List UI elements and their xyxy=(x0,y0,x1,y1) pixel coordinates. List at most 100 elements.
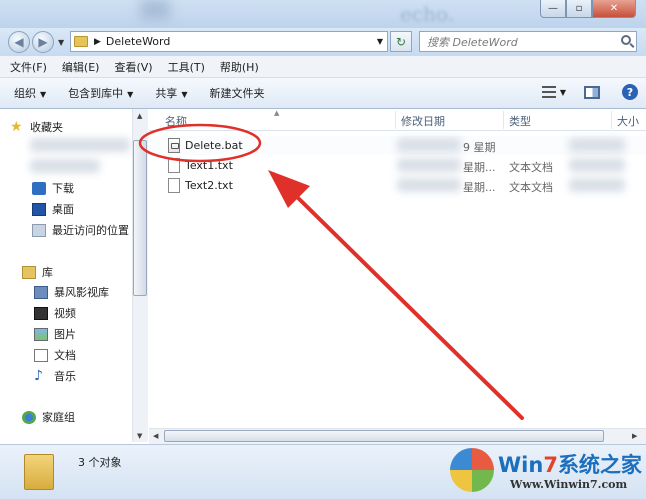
file-date: 星期... xyxy=(463,161,496,174)
blurred-size xyxy=(569,178,625,192)
nav-scroll-thumb[interactable] xyxy=(133,140,147,296)
nav-desktop[interactable]: 桌面 xyxy=(32,200,74,218)
forward-arrow-icon: ▶ xyxy=(38,35,48,49)
nav-videos-label: 视频 xyxy=(54,307,76,320)
nav-homegroup[interactable]: 家庭组 xyxy=(22,408,75,426)
address-row: ◀ ▶ ▼ ▶ DeleteWord ▼ ↻ 搜索 DeleteWord xyxy=(0,28,646,56)
recent-places-icon xyxy=(32,223,46,237)
back-arrow-icon: ◀ xyxy=(14,35,24,49)
folder-icon xyxy=(74,36,88,47)
menu-view[interactable]: 查看(V) xyxy=(114,59,152,75)
watermark-brand: Win7系统之家 xyxy=(498,449,642,479)
picture-icon xyxy=(34,327,48,341)
nav-favorites[interactable]: ★ 收藏夹 xyxy=(10,118,63,136)
video-library-icon xyxy=(34,285,48,299)
desktop-icon xyxy=(32,202,46,216)
history-dropdown-icon[interactable]: ▼ xyxy=(58,38,64,47)
column-separator xyxy=(503,111,504,129)
views-dropdown-icon[interactable]: ▼ xyxy=(560,88,566,97)
views-icon[interactable] xyxy=(541,86,556,98)
help-icon[interactable]: ? xyxy=(622,84,638,100)
nav-pictures-label: 图片 xyxy=(54,328,76,341)
horizontal-scroll-thumb[interactable] xyxy=(164,430,604,442)
star-icon: ★ xyxy=(10,118,23,135)
nav-libraries[interactable]: 库 xyxy=(22,263,53,281)
breadcrumb-arrow-icon[interactable]: ▶ xyxy=(94,37,101,47)
menu-tools[interactable]: 工具(T) xyxy=(168,59,205,75)
menu-file[interactable]: 文件(F) xyxy=(10,59,47,75)
back-button[interactable]: ◀ xyxy=(8,31,30,53)
share-label: 共享 xyxy=(155,87,178,100)
scroll-down-icon[interactable]: ▼ xyxy=(137,432,142,440)
sort-indicator-icon: ▲ xyxy=(274,109,280,117)
scroll-left-icon[interactable]: ◀ xyxy=(153,432,158,440)
download-folder-icon xyxy=(32,181,46,195)
forward-button[interactable]: ▶ xyxy=(32,31,54,53)
file-row[interactable]: Delete.bat 9 星期 xyxy=(149,136,646,155)
new-folder-button[interactable]: 新建文件夹 xyxy=(209,85,264,101)
include-library-button[interactable]: 包含到库中 ▼ xyxy=(68,85,133,101)
column-size[interactable]: 大小 xyxy=(617,113,639,129)
nav-downloads-label: 下载 xyxy=(52,182,74,195)
scroll-right-icon[interactable]: ▶ xyxy=(632,432,637,440)
refresh-button[interactable]: ↻ xyxy=(390,31,412,52)
nav-storm-video[interactable]: 暴风影视库 xyxy=(34,283,109,301)
toolbar-right: ▼ ? xyxy=(541,84,638,100)
menu-edit[interactable]: 编辑(E) xyxy=(62,59,100,75)
organize-label: 组织 xyxy=(14,87,36,100)
homegroup-icon xyxy=(22,410,36,424)
search-input[interactable]: 搜索 DeleteWord xyxy=(427,34,518,50)
menu-help[interactable]: 帮助(H) xyxy=(220,59,259,75)
address-bar[interactable]: ▶ DeleteWord ▼ xyxy=(70,31,388,52)
window-controls: — ▫ ✕ xyxy=(540,0,636,18)
nav-documents[interactable]: 文档 xyxy=(34,346,76,364)
video-icon xyxy=(34,306,48,320)
column-name[interactable]: 名称 xyxy=(165,113,187,129)
nav-libraries-label: 库 xyxy=(42,266,53,279)
share-button[interactable]: 共享 ▼ xyxy=(155,85,187,101)
address-dropdown-icon[interactable]: ▼ xyxy=(377,37,383,46)
close-icon: ✕ xyxy=(609,3,619,14)
file-row[interactable]: Text2.txt 星期... 文本文档 xyxy=(149,176,646,195)
blurred-item xyxy=(30,159,100,173)
maximize-button[interactable]: ▫ xyxy=(566,0,592,18)
file-name: Delete.bat xyxy=(185,139,243,152)
blurred-size xyxy=(569,138,625,152)
folder-icon xyxy=(24,454,54,490)
nav-recent[interactable]: 最近访问的位置 xyxy=(32,221,129,239)
column-header-row: ▲ 名称 修改日期 类型 大小 xyxy=(149,109,646,131)
organize-button[interactable]: 组织 ▼ xyxy=(14,85,46,101)
refresh-icon: ↻ xyxy=(395,34,407,49)
scroll-up-icon[interactable]: ▲ xyxy=(137,112,142,120)
close-button[interactable]: ✕ xyxy=(592,0,636,18)
minimize-button[interactable]: — xyxy=(540,0,566,18)
file-list: ▲ 名称 修改日期 类型 大小 Delete.bat 9 星期 Text1.tx… xyxy=(149,109,646,429)
file-date: 9 星期 xyxy=(463,141,496,154)
search-icon[interactable] xyxy=(621,35,631,45)
text-file-icon xyxy=(168,178,180,193)
title-bar: echo. — ▫ ✕ xyxy=(0,0,646,28)
windows-logo-icon xyxy=(450,448,494,492)
watermark-brand-a: Win xyxy=(498,453,544,477)
search-box[interactable]: 搜索 DeleteWord xyxy=(419,31,637,52)
preview-pane-icon[interactable] xyxy=(584,85,600,99)
background-window-text: echo. xyxy=(400,2,454,26)
breadcrumb-current[interactable]: DeleteWord xyxy=(106,35,170,48)
nav-videos[interactable]: 视频 xyxy=(34,304,76,322)
maximize-icon: ▫ xyxy=(575,3,583,14)
nav-storm-video-label: 暴风影视库 xyxy=(54,286,109,299)
file-row[interactable]: Text1.txt 星期... 文本文档 xyxy=(149,156,646,175)
batch-file-icon xyxy=(168,138,180,153)
column-separator xyxy=(395,111,396,129)
watermark-brand-c: 系统之家 xyxy=(557,453,642,477)
column-type[interactable]: 类型 xyxy=(509,113,531,129)
file-type: 文本文档 xyxy=(509,181,553,194)
nav-music[interactable]: ♪ 音乐 xyxy=(34,367,76,385)
column-date[interactable]: 修改日期 xyxy=(401,113,445,129)
status-count: 3 个对象 xyxy=(78,456,122,469)
nav-pictures[interactable]: 图片 xyxy=(34,325,76,343)
nav-desktop-label: 桌面 xyxy=(52,203,74,216)
file-type: 文本文档 xyxy=(509,161,553,174)
nav-downloads[interactable]: 下载 xyxy=(32,179,74,197)
nav-recent-label: 最近访问的位置 xyxy=(52,224,129,237)
